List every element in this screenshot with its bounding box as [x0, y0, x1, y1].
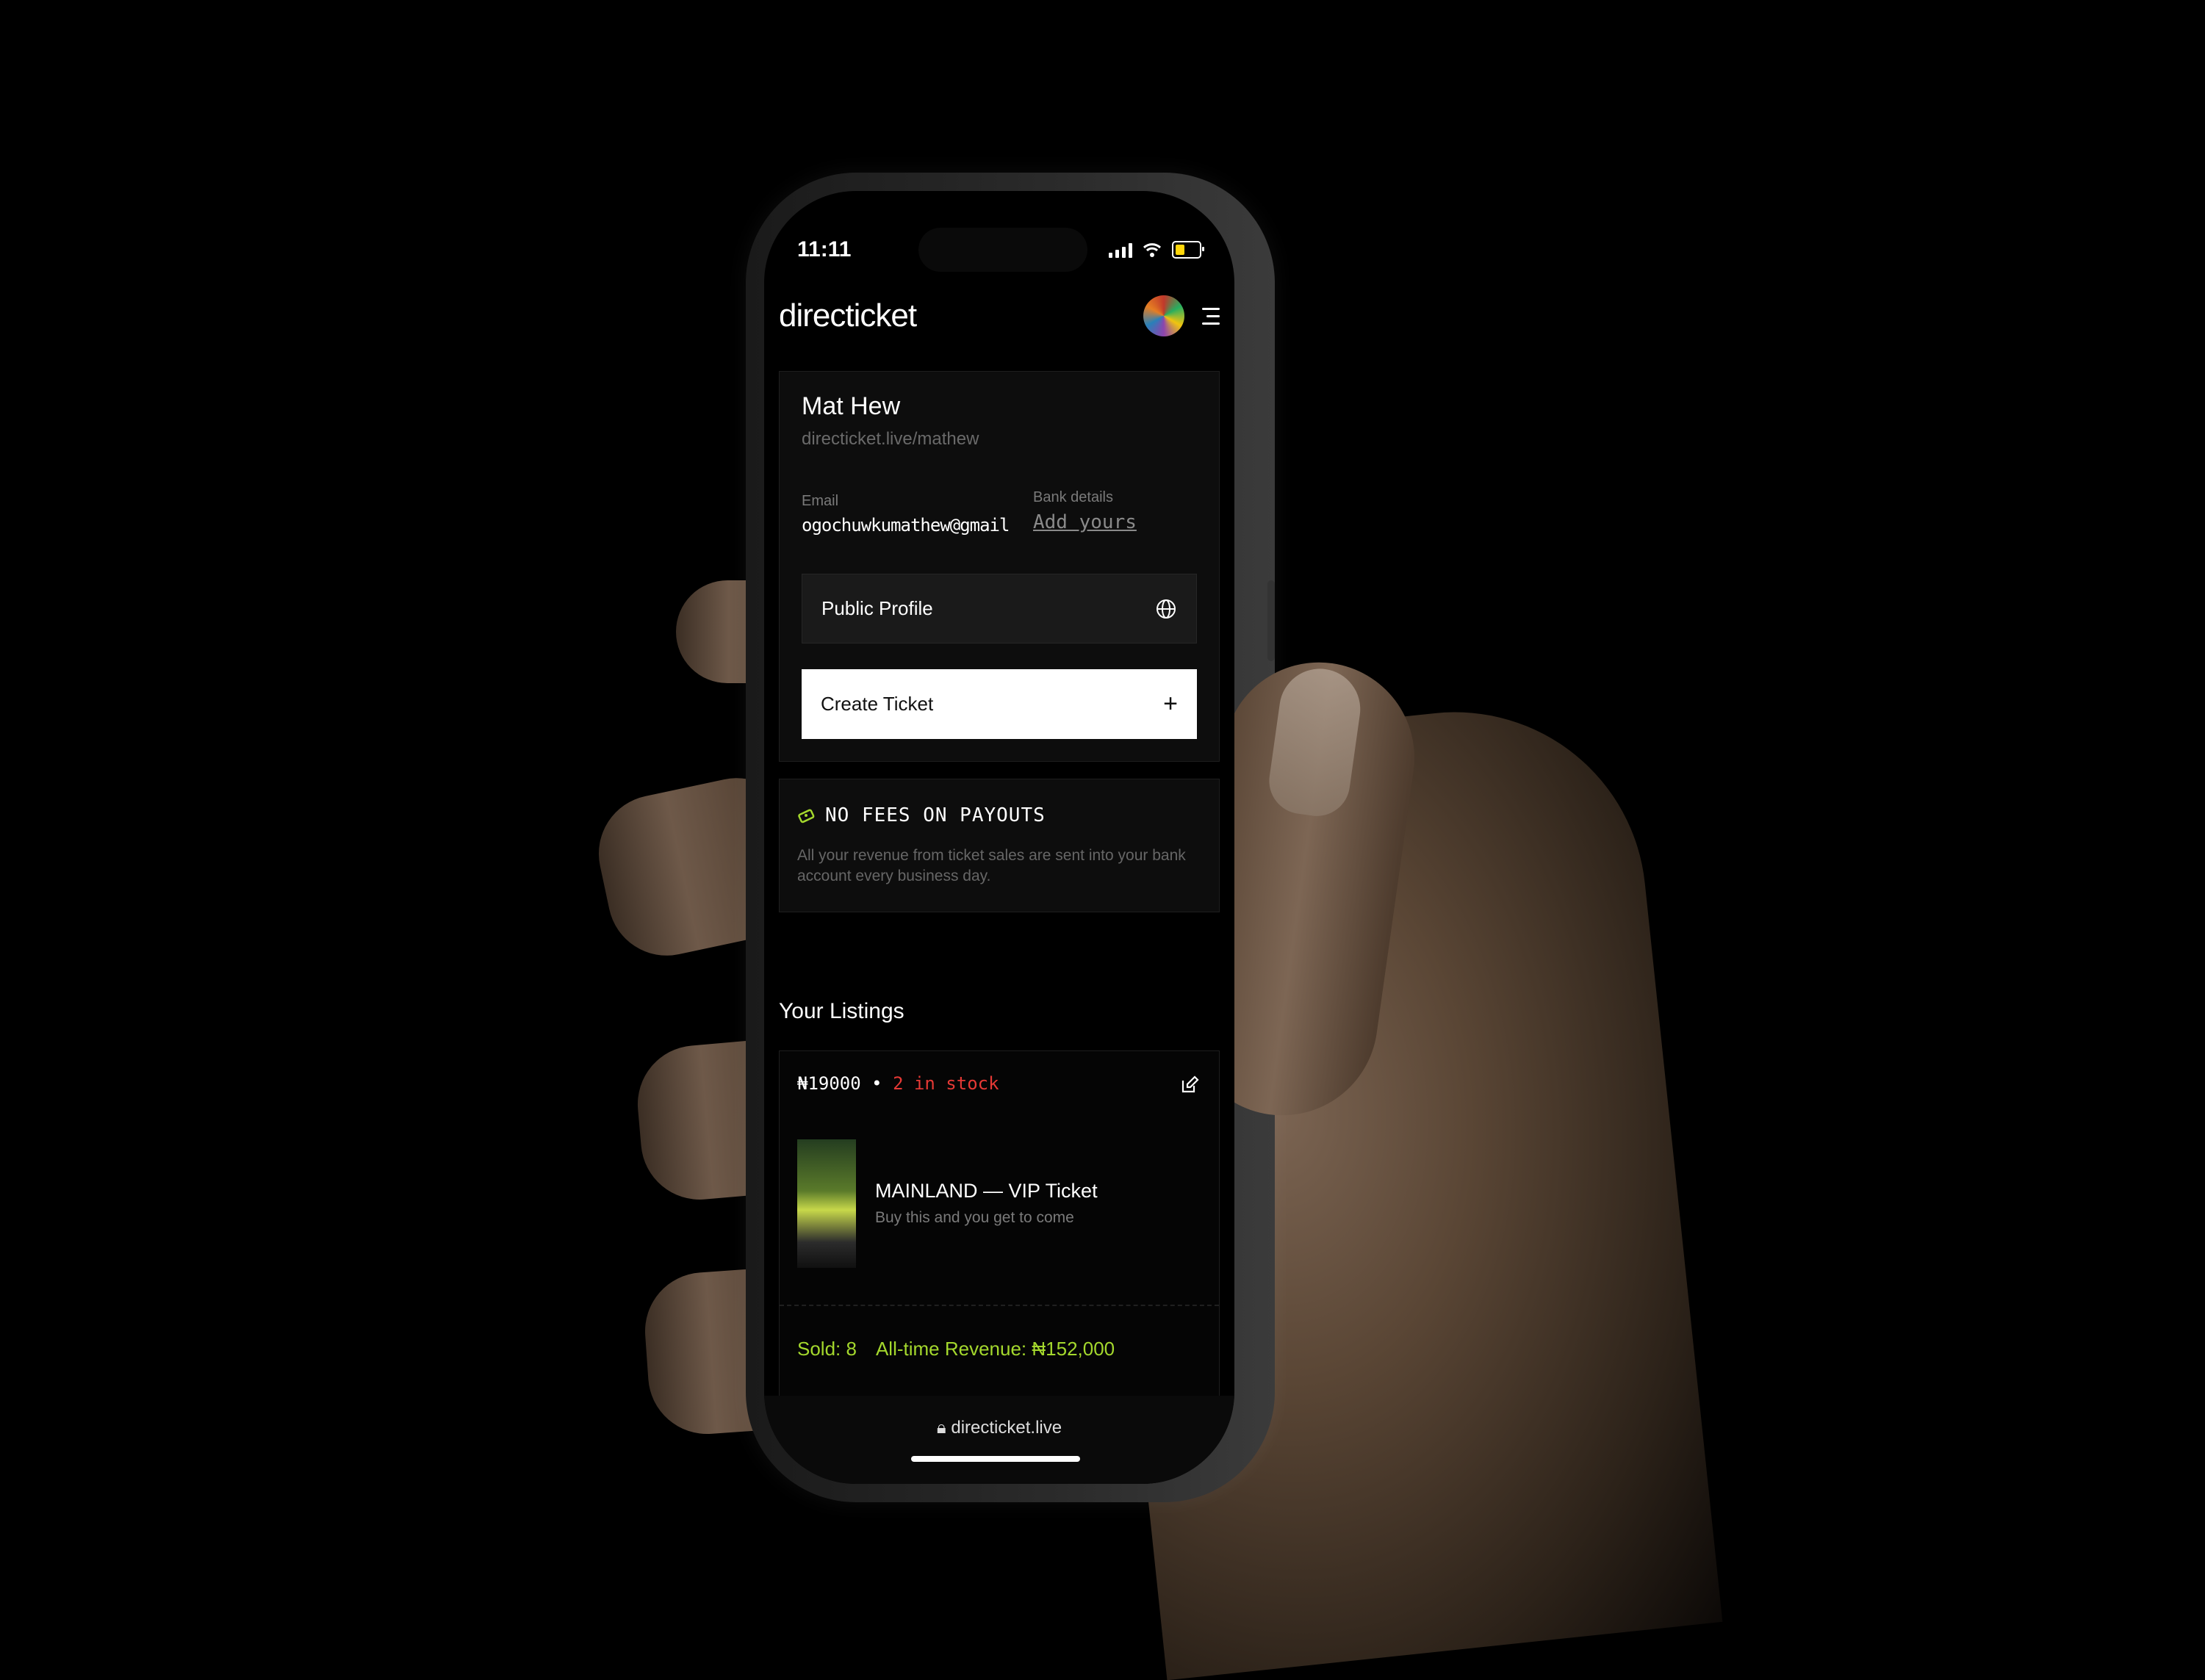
fees-title: NO FEES ON PAYOUTS	[825, 804, 1046, 826]
status-icons	[1109, 241, 1204, 259]
wifi-icon	[1143, 243, 1162, 257]
add-bank-link[interactable]: Add yours	[1033, 511, 1137, 533]
ticket-name: MAINLAND — VIP Ticket	[875, 1180, 1098, 1202]
stock-status: 2 in stock	[893, 1073, 999, 1094]
create-ticket-label: Create Ticket	[821, 693, 934, 715]
listing-price: ₦19000	[797, 1073, 861, 1094]
edit-icon[interactable]	[1179, 1075, 1200, 1095]
url-bar[interactable]: 🔒︎ directicket.live	[764, 1418, 1234, 1438]
listings-title: Your Listings	[779, 999, 904, 1023]
plus-icon: +	[1163, 690, 1178, 718]
bank-details-label: Bank details	[1033, 489, 1113, 505]
fees-text: All your revenue from ticket sales are s…	[797, 847, 1186, 885]
menu-icon[interactable]	[1202, 307, 1220, 325]
divider	[780, 1305, 1219, 1306]
separator: •	[871, 1073, 882, 1094]
email-label: Email	[802, 493, 839, 509]
app-header: directicket	[779, 286, 1220, 345]
lock-icon: 🔒︎	[936, 1418, 952, 1438]
create-ticket-button[interactable]: Create Ticket +	[802, 669, 1197, 739]
signal-icon	[1109, 242, 1132, 258]
public-profile-label: Public Profile	[821, 597, 933, 619]
status-bar: 11:11	[797, 231, 1204, 268]
revenue-total: All-time Revenue: ₦152,000	[875, 1338, 1115, 1360]
app-logo[interactable]: directicket	[779, 298, 917, 334]
profile-link[interactable]: directicket.live/mathew	[802, 429, 979, 450]
money-icon	[798, 809, 815, 823]
phone-screen: 11:11 directicket Mat Hew directicket.li…	[764, 191, 1234, 1484]
avatar[interactable]	[1143, 295, 1184, 336]
ticket-description: Buy this and you get to come	[875, 1209, 1074, 1226]
sales-stats: Sold: 8 All-time Revenue: ₦152,000	[797, 1338, 1115, 1360]
globe-icon	[1157, 599, 1176, 619]
fees-info-card: NO FEES ON PAYOUTS All your revenue from…	[779, 779, 1220, 912]
battery-icon	[1172, 241, 1204, 259]
browser-bar: 🔒︎ directicket.live	[764, 1396, 1234, 1484]
sold-count: Sold: 8	[797, 1338, 857, 1360]
profile-card: Mat Hew directicket.live/mathew Email og…	[779, 371, 1220, 762]
listing-card[interactable]: ₦19000 • 2 in stock MAINLAND — VIP Ticke…	[779, 1050, 1220, 1434]
email-value: ogochuwkumathew@gmail	[802, 515, 1010, 536]
price-row: ₦19000 • 2 in stock	[797, 1073, 999, 1094]
event-thumbnail	[797, 1139, 856, 1268]
public-profile-button[interactable]: Public Profile	[802, 574, 1197, 643]
home-indicator[interactable]	[911, 1456, 1080, 1462]
status-time: 11:11	[797, 237, 852, 262]
profile-name: Mat Hew	[802, 392, 901, 420]
url-text: directicket.live	[951, 1418, 1062, 1438]
volume-button	[1267, 580, 1275, 661]
